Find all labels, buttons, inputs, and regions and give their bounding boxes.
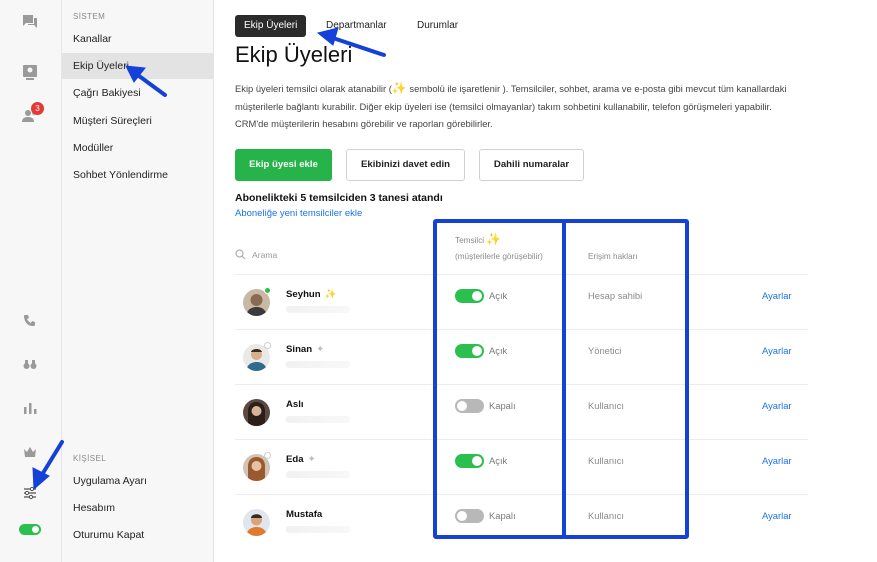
- app-window: 3 SİSTEM Kanallar Ekip Üyeleri Çağrı Bak…: [0, 0, 877, 562]
- annotation-arrows: [32, 27, 386, 491]
